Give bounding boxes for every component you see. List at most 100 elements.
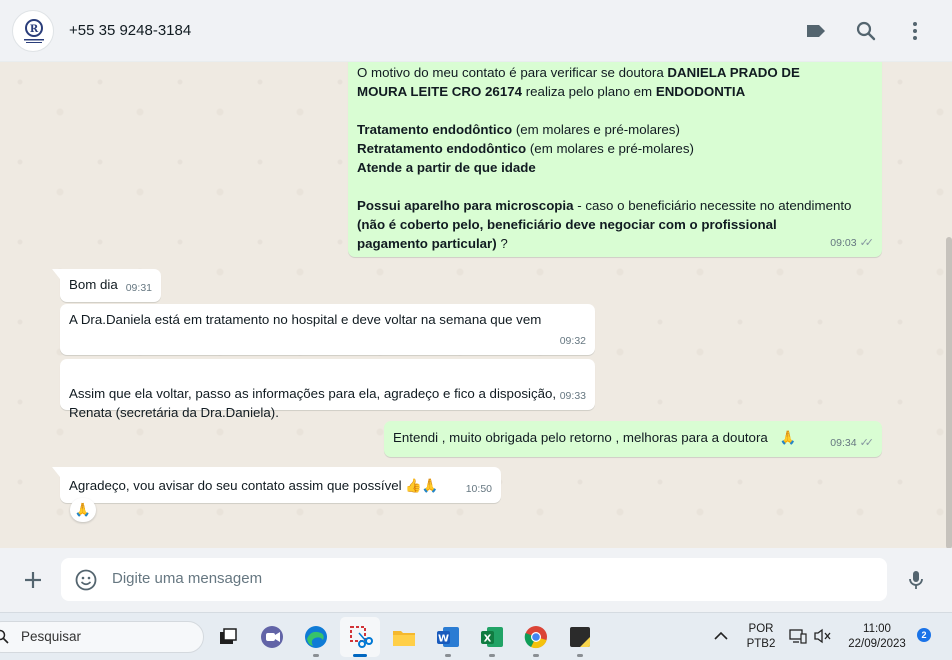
search-icon bbox=[0, 629, 9, 644]
message-time: 09:33 bbox=[559, 390, 586, 402]
message-meta: 09:31 bbox=[126, 279, 152, 298]
contact-name[interactable]: +55 35 9248-3184 bbox=[69, 22, 191, 39]
message-time: 09:03 bbox=[830, 237, 857, 249]
message-line: MOURA LEITE CRO 26174 realiza pelo plano… bbox=[357, 82, 873, 101]
running-indicator bbox=[533, 654, 539, 657]
bubble-tail bbox=[52, 467, 60, 477]
language-code: POR bbox=[748, 623, 774, 635]
teams-icon[interactable] bbox=[258, 623, 286, 651]
message-incoming[interactable]: A Dra.Daniela está em tratamento no hosp… bbox=[60, 304, 595, 355]
message-line: pagamento particular) ? bbox=[357, 234, 873, 253]
message-text: Entendi , muito obrigada pelo retorno , … bbox=[393, 430, 768, 445]
message-line: Tratamento endodôntico (em molares e pré… bbox=[357, 120, 873, 139]
message-outgoing[interactable]: O motivo do meu contato é para verificar… bbox=[348, 62, 882, 257]
svg-text:R: R bbox=[30, 24, 39, 35]
text-segment: O motivo do meu contato é para verificar… bbox=[357, 65, 668, 80]
running-indicator bbox=[445, 654, 451, 657]
praying-hands-emoji: 🙏 bbox=[779, 430, 797, 445]
mic-icon[interactable] bbox=[904, 568, 928, 592]
message-time: 10:50 bbox=[465, 483, 492, 495]
message-outgoing[interactable]: Entendi , muito obrigada pelo retorno , … bbox=[384, 421, 882, 457]
plus-icon[interactable] bbox=[21, 568, 45, 592]
task-view-icon[interactable] bbox=[214, 623, 242, 651]
message-time: 09:32 bbox=[559, 335, 586, 347]
message-line: Retratamento endodôntico (em molares e p… bbox=[357, 139, 873, 158]
text-segment: realiza pelo plano em bbox=[522, 84, 656, 99]
bold-text: DANIELA PRADO DE bbox=[667, 65, 800, 80]
read-ticks-icon: ✓✓ bbox=[859, 237, 875, 249]
message-text: Bom dia bbox=[69, 277, 118, 292]
message-text: Agradeço, vou avisar do seu contato assi… bbox=[69, 478, 402, 493]
bold-text: ENDODONTIA bbox=[655, 84, 746, 99]
chevron-up-icon[interactable] bbox=[714, 631, 728, 641]
keyboard-layout: PTB2 bbox=[746, 638, 776, 650]
message-input[interactable]: Digite uma mensagem bbox=[112, 570, 262, 587]
message-meta: 09:33 bbox=[560, 387, 586, 406]
chrome-icon[interactable] bbox=[522, 623, 550, 657]
bubble-tail bbox=[52, 269, 60, 279]
clock-date: 22/09/2023 bbox=[848, 638, 906, 650]
bold-text: Retratamento endodôntico bbox=[357, 141, 527, 156]
clinic-logo-icon: R bbox=[24, 19, 44, 43]
running-indicator bbox=[353, 654, 367, 657]
clock[interactable]: 11:00 22/09/2023 bbox=[842, 622, 912, 652]
label-icon[interactable] bbox=[804, 19, 828, 43]
message-line: O motivo do meu contato é para verificar… bbox=[357, 63, 873, 82]
search-icon[interactable] bbox=[854, 19, 878, 43]
message-incoming[interactable]: Bom dia 09:31 bbox=[52, 269, 161, 302]
chat-header: R +55 35 9248-3184 bbox=[0, 0, 952, 62]
read-ticks-icon: ✓✓ bbox=[859, 437, 875, 449]
running-indicator bbox=[489, 654, 495, 657]
message-meta: 09:03 ✓✓ bbox=[830, 234, 875, 253]
file-explorer-icon[interactable] bbox=[390, 623, 418, 651]
message-line: Possui aparelho para microscopia - caso … bbox=[357, 196, 873, 215]
word-icon[interactable]: W bbox=[434, 623, 462, 657]
taskbar-search-text[interactable]: Pesquisar bbox=[21, 629, 81, 644]
message-incoming[interactable]: Agradeço, vou avisar do seu contato assi… bbox=[52, 467, 501, 503]
chat-scrollbar[interactable] bbox=[946, 237, 952, 548]
menu-icon[interactable] bbox=[903, 19, 927, 43]
message-line bbox=[357, 177, 873, 196]
bold-text: Tratamento endodôntico bbox=[357, 122, 513, 137]
svg-text:X: X bbox=[484, 634, 492, 645]
bold-text: MOURA LEITE CRO 26174 bbox=[357, 84, 523, 99]
text-segment: (em molares e pré-molares) bbox=[526, 141, 694, 156]
snipping-tool-icon[interactable] bbox=[346, 623, 374, 657]
message-time: 09:31 bbox=[125, 282, 152, 294]
message-time: 09:34 bbox=[830, 437, 857, 449]
notification-badge[interactable]: 2 bbox=[917, 628, 931, 642]
message-meta: 09:32 bbox=[560, 332, 586, 351]
message-line bbox=[357, 101, 873, 120]
text-segment: - caso o beneficiário necessite no atend… bbox=[573, 198, 852, 213]
sticky-notes-icon[interactable] bbox=[566, 623, 594, 657]
composer-bar: Digite uma mensagem bbox=[0, 548, 952, 612]
emoji-icon[interactable] bbox=[74, 568, 98, 592]
edge-icon[interactable] bbox=[302, 623, 330, 657]
bold-text: Atende a partir de que idade bbox=[357, 160, 536, 175]
message-line: Atende a partir de que idade bbox=[357, 158, 873, 177]
clock-time: 11:00 bbox=[863, 623, 891, 635]
excel-icon[interactable]: X bbox=[478, 623, 506, 657]
text-segment: ? bbox=[496, 236, 508, 251]
running-indicator bbox=[313, 654, 319, 657]
message-line: (não é coberto pelo, beneficiário deve n… bbox=[357, 215, 873, 234]
message-meta: 10:50 bbox=[466, 480, 492, 499]
message-text: O motivo do meu contato é para verificar… bbox=[357, 62, 873, 253]
message-incoming[interactable]: Assim que ela voltar, passo as informaçõ… bbox=[60, 359, 595, 420]
language-indicator[interactable]: POR PTB2 bbox=[744, 622, 778, 652]
message-meta: 09:34 ✓✓ bbox=[830, 434, 875, 453]
thumbs-up-emoji: 👍🙏 bbox=[405, 478, 439, 493]
bold-text: (não é coberto pelo, beneficiário deve n… bbox=[357, 217, 777, 232]
volume-muted-icon[interactable] bbox=[814, 628, 832, 644]
running-indicator bbox=[577, 654, 583, 657]
network-icon[interactable] bbox=[789, 627, 807, 645]
text-segment: (em molares e pré-molares) bbox=[512, 122, 680, 137]
windows-taskbar: Pesquisar W X POR PTB2 11:00 22/09/2023 bbox=[0, 612, 952, 660]
message-text: A Dra.Daniela está em tratamento no hosp… bbox=[69, 312, 542, 327]
svg-text:W: W bbox=[438, 634, 449, 645]
message-list[interactable]: O motivo do meu contato é para verificar… bbox=[0, 62, 952, 548]
contact-avatar[interactable]: R bbox=[12, 10, 54, 52]
bold-text: pagamento particular) bbox=[357, 236, 497, 251]
bold-text: Possui aparelho para microscopia bbox=[357, 198, 574, 213]
message-reaction[interactable]: 🙏 bbox=[70, 498, 96, 522]
